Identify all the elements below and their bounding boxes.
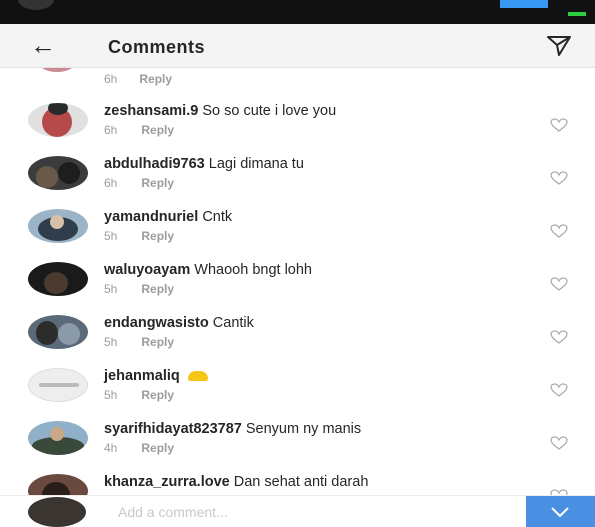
avatar[interactable]: [28, 262, 88, 296]
current-user-avatar: [28, 497, 86, 527]
comment-row: yamandnuriel Cntk 5h Reply: [0, 205, 595, 257]
smiling-face-emoji-icon: [187, 371, 208, 382]
comment-row: abdulhadi9763 Lagi dimana tu 6h Reply: [0, 152, 595, 204]
avatar[interactable]: [28, 421, 88, 455]
comment-username[interactable]: syarifhidayat823787: [104, 421, 242, 437]
comment-username[interactable]: jehanmaliq: [104, 368, 180, 384]
comment-input[interactable]: [118, 502, 498, 522]
comment-row: zeshansami.9 So so cute i love you 6h Rep…: [0, 99, 595, 151]
comment-time: 5h: [104, 335, 118, 349]
comment-time: 4h: [104, 441, 118, 455]
check-icon: [551, 507, 569, 518]
reply-button[interactable]: Reply: [141, 176, 174, 190]
reply-button[interactable]: Reply: [141, 441, 174, 455]
page-title: Comments: [108, 37, 206, 57]
comment-time: 6h: [104, 123, 118, 137]
comment-username[interactable]: waluyoayam: [104, 262, 190, 278]
comment-text: Cantik: [212, 315, 254, 331]
comment-row: endangwasisto Cantik 5h Reply: [0, 311, 595, 363]
comment-username[interactable]: khanza_zurra.love: [104, 474, 230, 490]
post-comment-button[interactable]: [526, 496, 595, 527]
reply-button[interactable]: Reply: [141, 388, 174, 402]
comment-username[interactable]: abdulhadi9763: [104, 156, 205, 172]
reply-button[interactable]: Reply: [141, 335, 174, 349]
status-bar: [0, 0, 595, 24]
comment-row: syarifhidayat823787 Senyum ny manis 4h Re…: [0, 417, 595, 469]
avatar[interactable]: [28, 315, 88, 349]
status-accent-bar: [500, 0, 548, 8]
reply-button[interactable]: Reply: [141, 229, 174, 243]
comment-text: So so cute i love you: [202, 103, 337, 119]
add-comment-bar: [0, 495, 595, 527]
reply-button[interactable]: Reply: [139, 72, 172, 86]
heart-outline-icon[interactable]: [550, 224, 568, 238]
heart-outline-icon[interactable]: [550, 118, 568, 132]
comment-text: Senyum ny manis: [245, 421, 362, 437]
avatar[interactable]: [28, 103, 88, 137]
comment-username[interactable]: endangwasisto: [104, 315, 209, 331]
comment-text: Whaooh bngt lohh: [194, 262, 312, 278]
avatar[interactable]: [28, 474, 88, 495]
comment-time: 5h: [104, 229, 118, 243]
avatar: [40, 68, 74, 72]
comment-time: 5h: [104, 282, 118, 296]
paper-plane-icon[interactable]: [546, 34, 572, 58]
avatar[interactable]: [28, 209, 88, 243]
app-bar: ← Comments: [0, 24, 595, 68]
comment-row: jehanmaliq 5h Reply: [0, 364, 595, 416]
avatar[interactable]: [28, 368, 88, 402]
avatar[interactable]: [28, 156, 88, 190]
comment-time: 5h: [104, 388, 118, 402]
comment-row: khanza_zurra.love Dan sehat anti darah: [0, 470, 595, 495]
heart-outline-icon[interactable]: [550, 330, 568, 344]
comment-username[interactable]: yamandnuriel: [104, 209, 198, 225]
heart-outline-icon[interactable]: [550, 436, 568, 450]
comment-time: 6h: [104, 176, 118, 190]
comment-row-partial: 6h Reply: [0, 68, 595, 92]
comment-text: Cntk: [202, 209, 233, 225]
heart-outline-icon[interactable]: [550, 383, 568, 397]
comment-list[interactable]: 6h Reply zeshansami.9 So so cute i love y…: [0, 68, 595, 495]
status-avatar-fragment: [18, 0, 54, 10]
back-arrow-icon[interactable]: ←: [30, 32, 56, 58]
heart-outline-icon[interactable]: [550, 171, 568, 185]
comment-time: 6h: [104, 72, 118, 86]
comment-text: Lagi dimana tu: [208, 156, 304, 172]
comment-row: waluyoayam Whaooh bngt lohh 5h Reply: [0, 258, 595, 310]
comment-username[interactable]: zeshansami.9: [104, 103, 198, 119]
battery-indicator: [568, 12, 586, 16]
heart-outline-icon[interactable]: [550, 277, 568, 291]
reply-button[interactable]: Reply: [141, 123, 174, 137]
reply-button[interactable]: Reply: [141, 282, 174, 296]
comment-text: Dan sehat anti darah: [233, 474, 369, 490]
